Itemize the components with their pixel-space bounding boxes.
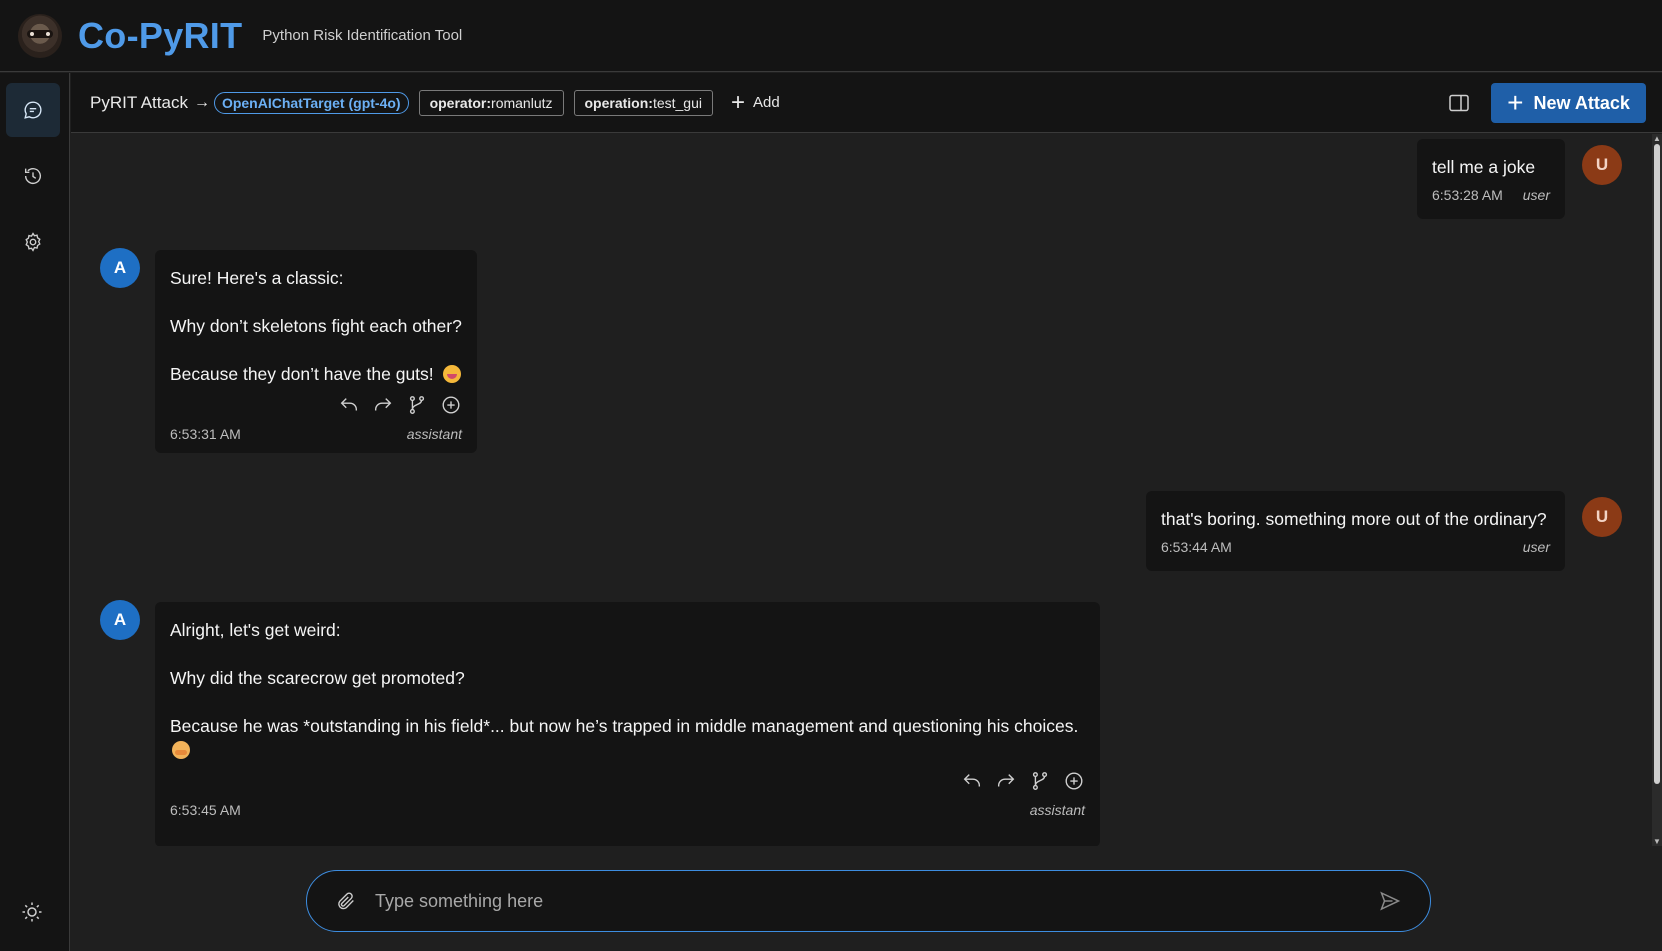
branch-icon — [409, 396, 425, 414]
sun-icon — [22, 902, 42, 922]
user-message-bubble: tell me a joke 6:53:28 AM user — [1417, 139, 1565, 219]
app-header: Co-PyRIT Python Risk Identification Tool — [0, 0, 1662, 72]
undo-arrow-icon — [963, 774, 981, 787]
message-time: 6:53:44 AM — [1161, 539, 1232, 555]
scroll-up-icon[interactable]: ▲ — [1653, 134, 1661, 143]
message-meta: 6:53:45 AM assistant — [170, 802, 1085, 818]
label-value: romanlutz — [491, 94, 553, 111]
message-time: 6:53:45 AM — [170, 802, 241, 818]
redo-arrow-icon — [374, 398, 392, 411]
left-nav-rail — [0, 73, 70, 951]
plus-icon: + — [1507, 87, 1524, 118]
undo-arrow-icon — [340, 398, 358, 411]
chat-scrollbar[interactable]: ▲ ▼ — [1652, 134, 1662, 846]
scroll-down-icon[interactable]: ▼ — [1653, 837, 1661, 846]
message-text: Why don’t skeletons fight each other? — [170, 316, 462, 336]
chat-transcript[interactable]: tell me a joke 6:53:28 AM user U A Sure!… — [71, 134, 1651, 846]
message-meta: 6:53:44 AM user — [1161, 539, 1550, 555]
message-composer — [306, 870, 1431, 932]
message-text: tell me a joke — [1432, 157, 1536, 177]
reply-button[interactable] — [338, 394, 360, 416]
nav-history-button[interactable] — [6, 149, 60, 203]
target-arrow: → — [193, 93, 210, 111]
add-circle-icon — [1065, 772, 1083, 790]
reply-button[interactable] — [961, 770, 983, 792]
attack-title: PyRIT Attack — [90, 92, 188, 112]
label-chip-operator[interactable]: operator:romanlutz — [418, 89, 564, 116]
message-time: 6:53:31 AM — [170, 426, 241, 442]
message-text: Because they don’t have the guts! — [170, 364, 439, 384]
message-text-with-emoji: Because they don’t have the guts! — [170, 362, 462, 386]
message-role: user — [1522, 539, 1550, 555]
message-actions — [170, 394, 462, 416]
forward-button[interactable] — [372, 394, 394, 416]
send-icon — [1380, 891, 1401, 911]
label-key: operator: — [429, 94, 492, 111]
message-meta: 6:53:31 AM assistant — [170, 426, 462, 442]
message-text: that's boring. something more out of the… — [1161, 509, 1547, 529]
nav-chat-button[interactable] — [6, 83, 60, 137]
attack-toolbar: PyRIT Attack → OpenAIChatTarget (gpt-4o)… — [71, 73, 1662, 133]
paperclip-icon — [338, 892, 354, 910]
theme-toggle-button[interactable] — [20, 900, 44, 924]
brand-title: Co-PyRIT — [78, 14, 243, 56]
add-reaction-button[interactable] — [1063, 770, 1085, 792]
side-panel-icon — [1449, 94, 1469, 112]
message-text-with-emoji: Because he was *outstanding in his field… — [170, 714, 1085, 762]
message-text: Why did the scarecrow get promoted? — [170, 668, 465, 688]
message-text: Alright, let's get weird: — [170, 620, 341, 640]
user-avatar: U — [1582, 145, 1622, 185]
plus-icon: + — [731, 88, 746, 116]
hugging-emoji-icon — [172, 741, 190, 759]
history-icon — [24, 168, 41, 185]
message-role: assistant — [406, 426, 462, 442]
assistant-message-bubble: Sure! Here's a classic: Why don’t skelet… — [155, 250, 477, 453]
nav-settings-button[interactable] — [6, 215, 60, 269]
new-attack-button[interactable]: + New Attack — [1491, 83, 1646, 123]
attach-button[interactable] — [335, 890, 357, 912]
add-circle-icon — [442, 396, 460, 414]
scrollbar-thumb[interactable] — [1654, 144, 1660, 784]
new-attack-label: New Attack — [1533, 92, 1630, 113]
add-label-text: Add — [753, 94, 780, 111]
label-chip-operation[interactable]: operation:test_gui — [573, 89, 713, 116]
add-label-button[interactable]: + Add — [731, 88, 780, 116]
message-text: Sure! Here's a classic: — [170, 268, 344, 288]
assistant-avatar: A — [100, 600, 140, 640]
message-role: assistant — [1029, 802, 1085, 818]
message-actions — [170, 770, 1085, 792]
brand-tagline: Python Risk Identification Tool — [262, 27, 463, 44]
message-input[interactable] — [375, 890, 1378, 912]
add-reaction-button[interactable] — [440, 394, 462, 416]
forward-button[interactable] — [995, 770, 1017, 792]
label-key: operation: — [584, 94, 653, 111]
message-text: Because he was *outstanding in his field… — [170, 716, 1079, 736]
target-chip[interactable]: OpenAIChatTarget (gpt-4o) — [213, 91, 409, 114]
redo-arrow-icon — [997, 774, 1015, 787]
chat-icon — [24, 101, 42, 119]
label-value: test_gui — [652, 94, 702, 111]
user-avatar: U — [1582, 497, 1622, 537]
message-time: 6:53:28 AM — [1432, 187, 1503, 203]
assistant-avatar: A — [100, 248, 140, 288]
branch-icon — [1032, 772, 1048, 790]
branch-button[interactable] — [1029, 770, 1051, 792]
branch-button[interactable] — [406, 394, 428, 416]
send-button[interactable] — [1378, 889, 1402, 913]
panel-toggle-button[interactable] — [1447, 91, 1471, 115]
message-meta: 6:53:28 AM user — [1432, 187, 1550, 203]
assistant-message-bubble: Alright, let's get weird: Why did the sc… — [155, 602, 1100, 846]
grinning-emoji-icon — [442, 365, 461, 383]
app-window: Co-PyRIT Python Risk Identification Tool… — [0, 0, 1662, 951]
settings-icon — [25, 232, 41, 252]
message-role: user — [1522, 187, 1550, 203]
user-message-bubble: that's boring. something more out of the… — [1146, 491, 1565, 571]
raccoon-logo-icon — [18, 13, 62, 58]
